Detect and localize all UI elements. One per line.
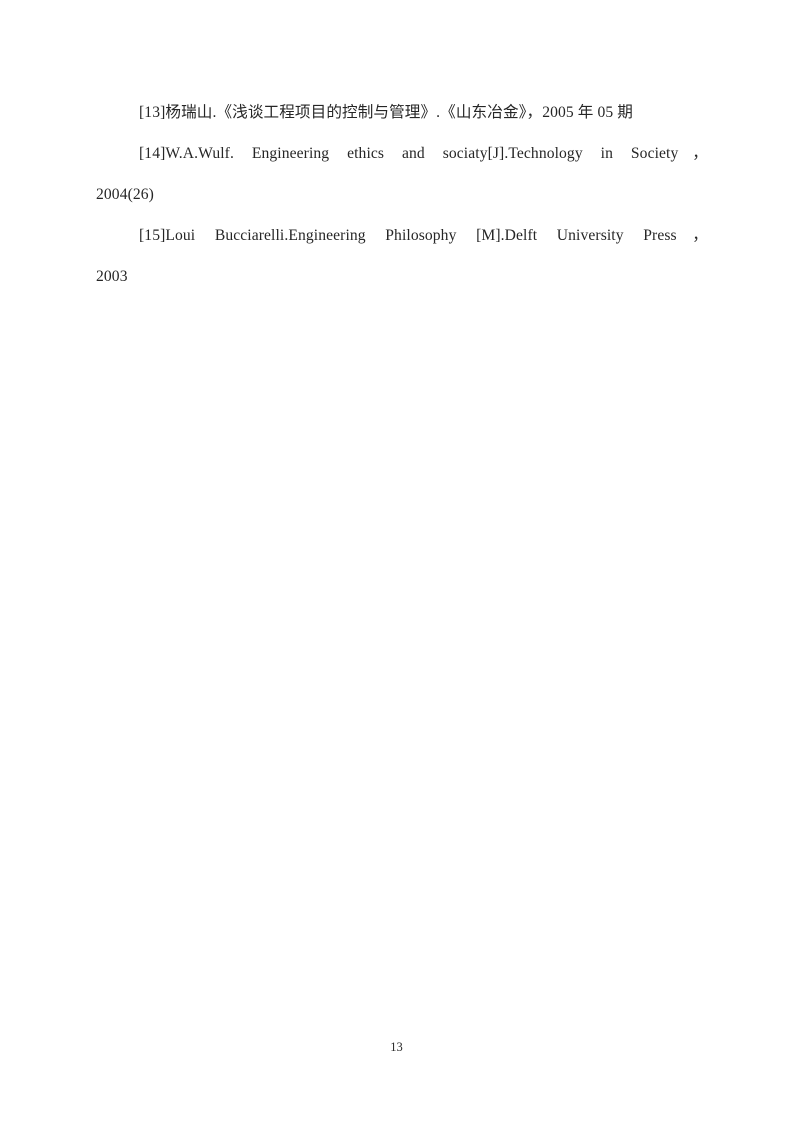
reference-entry-15-line-1: [15]Loui Bucciarelli.Engineering Philoso…	[139, 227, 708, 244]
reference-entry-15-line-2: 2003	[96, 268, 128, 285]
reference-entry-13: [13]杨瑞山.《浅谈工程项目的控制与管理》.《山东冶金》，2005 年 05 …	[96, 92, 708, 133]
reference-entry-15: [15]Loui Bucciarelli.Engineering Philoso…	[96, 215, 708, 297]
document-page: [13]杨瑞山.《浅谈工程项目的控制与管理》.《山东冶金》，2005 年 05 …	[0, 0, 793, 1122]
reference-list: [13]杨瑞山.《浅谈工程项目的控制与管理》.《山东冶金》，2005 年 05 …	[96, 92, 708, 297]
reference-entry-14-line-2: 2004(26)	[96, 186, 154, 203]
reference-entry-13-line-1: [13]杨瑞山.《浅谈工程项目的控制与管理》.《山东冶金》，2005 年 05 …	[139, 104, 633, 121]
reference-entry-14-line-1: [14]W.A.Wulf. Engineering ethics and soc…	[139, 145, 708, 162]
reference-entry-14: [14]W.A.Wulf. Engineering ethics and soc…	[96, 133, 708, 215]
page-number: 13	[390, 1040, 403, 1054]
